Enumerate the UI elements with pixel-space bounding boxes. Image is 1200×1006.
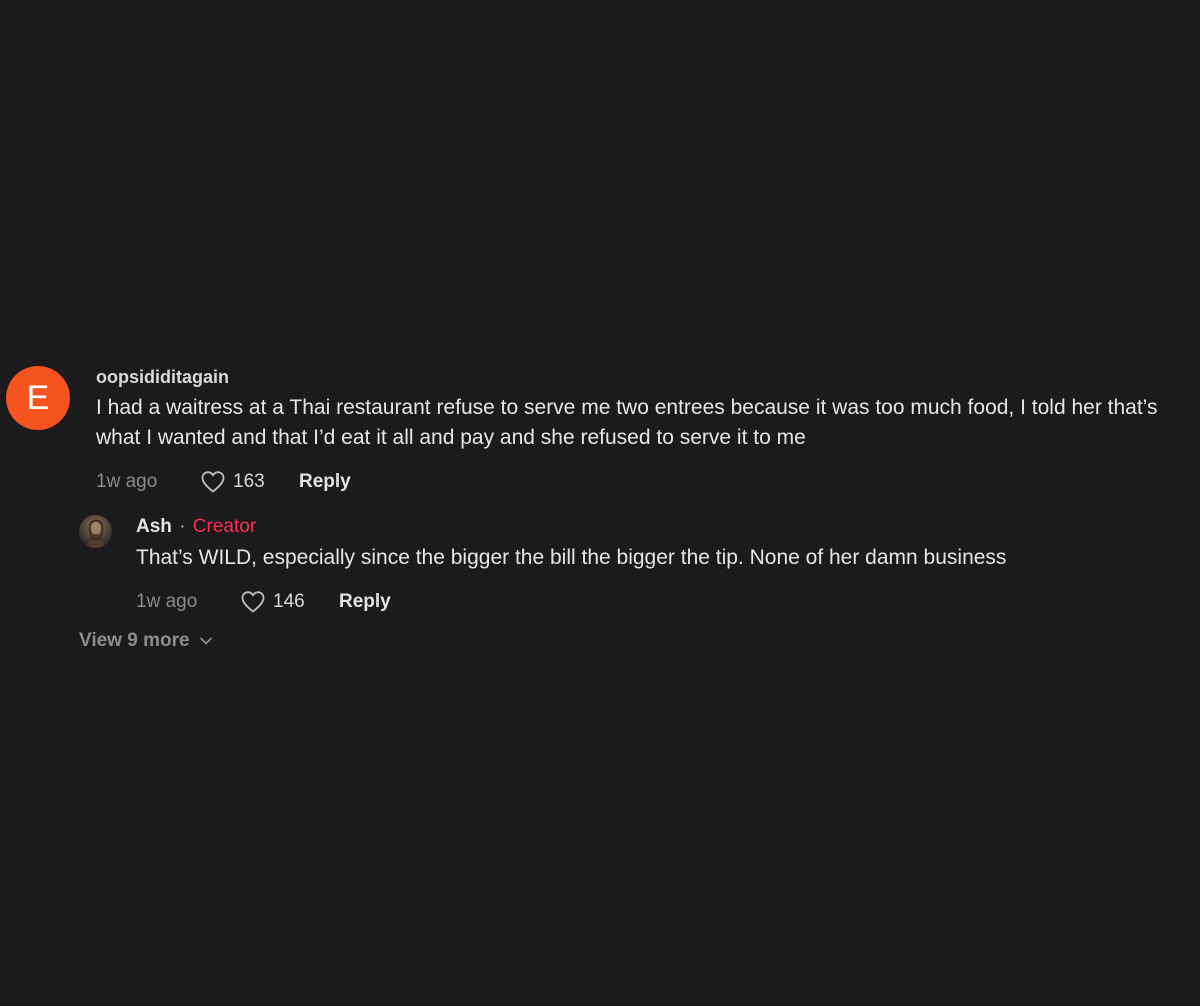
reply-text: That’s WILD, especially since the bigger… bbox=[136, 546, 1007, 569]
creator-badge: Creator bbox=[192, 516, 257, 537]
heart-icon bbox=[241, 591, 265, 613]
reply-button[interactable]: Reply bbox=[299, 471, 351, 493]
reply-button[interactable]: Reply bbox=[339, 591, 391, 613]
avatar[interactable] bbox=[79, 515, 112, 548]
avatar-photo bbox=[87, 519, 105, 548]
reply-author-line: Ash · Creator bbox=[136, 512, 1176, 542]
reply-timestamp: 1w ago bbox=[136, 591, 198, 612]
reply-body: Ash · Creator That’s WILD, especially si… bbox=[136, 512, 1176, 615]
heart-icon bbox=[201, 471, 225, 493]
reply-meta: 1w ago 146 Reply bbox=[136, 589, 1176, 615]
comment-username[interactable]: oopsididitagain bbox=[96, 362, 1191, 392]
comment-body: oopsididitagain I had a waitress at a Th… bbox=[96, 362, 1191, 495]
view-more-replies-button[interactable]: View 9 more bbox=[79, 630, 212, 652]
chevron-down-icon bbox=[199, 637, 212, 645]
view-more-label: View 9 more bbox=[79, 630, 190, 651]
comment-meta: 1w ago 163 Reply bbox=[96, 469, 1191, 495]
comment-timestamp: 1w ago bbox=[96, 471, 158, 492]
separator: · bbox=[179, 516, 186, 537]
like-count: 146 bbox=[273, 591, 305, 612]
avatar[interactable]: E bbox=[6, 366, 70, 430]
like-button[interactable]: 163 bbox=[201, 471, 299, 493]
reply-username[interactable]: Ash bbox=[136, 516, 172, 537]
like-button[interactable]: 146 bbox=[241, 591, 339, 613]
comment-text: I had a waitress at a Thai restaurant re… bbox=[96, 396, 1158, 449]
like-count: 163 bbox=[233, 471, 265, 492]
